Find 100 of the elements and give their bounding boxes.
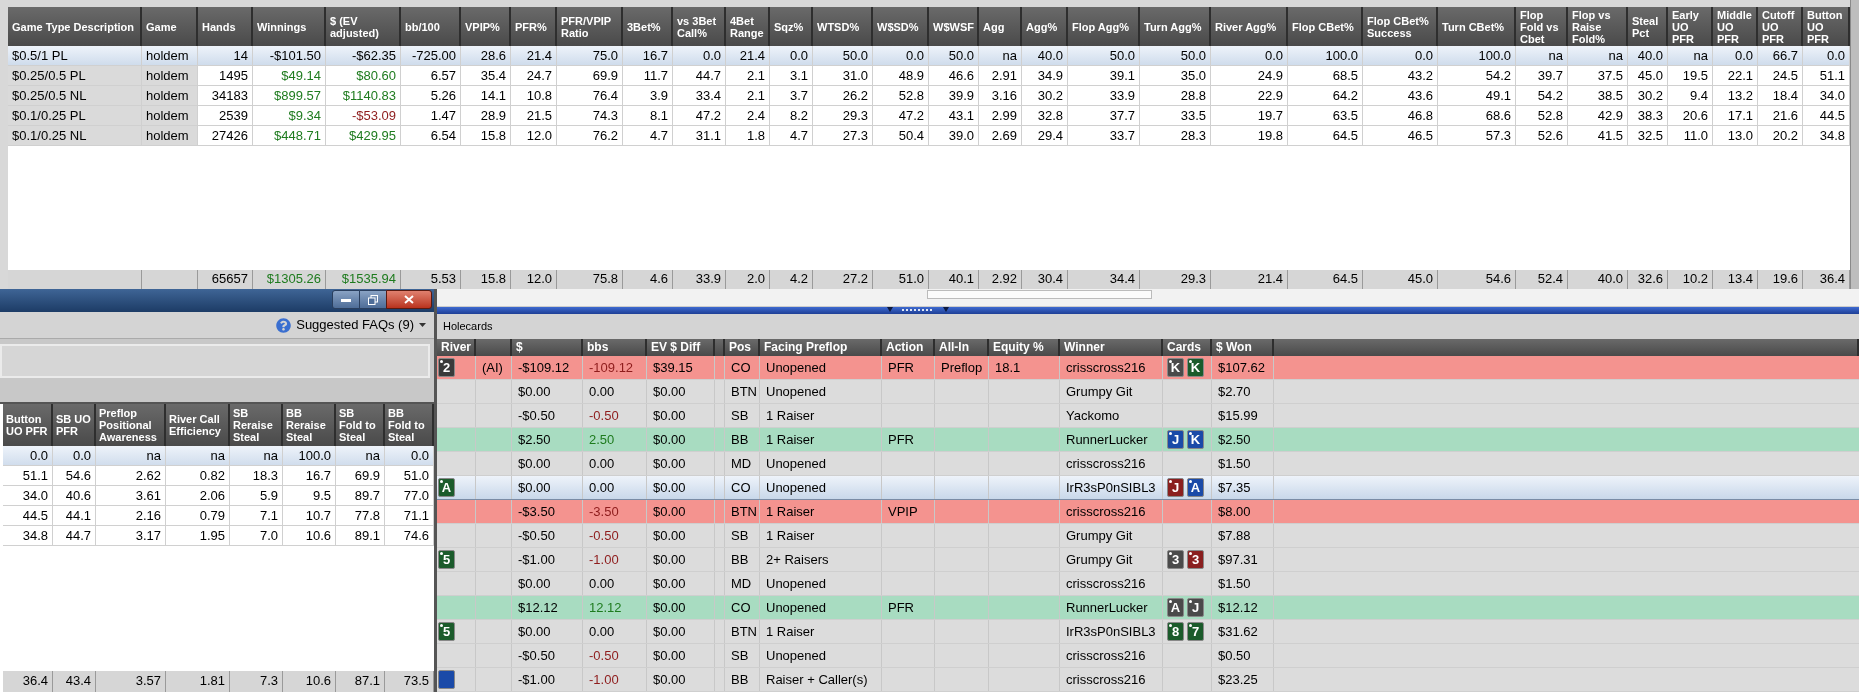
hand-row[interactable]: $0.00 0.00 $0.00 BTN Unopened Grumpy Git $2.70 — [437, 380, 1859, 404]
horizontal-scrollbar[interactable] — [437, 289, 1859, 307]
column-header[interactable]: Flop Agg% — [1068, 7, 1140, 46]
hand-row[interactable]: 5 -$1.00 -1.00 $0.00 BB 2+ Raisers Grumpy Git 3 3 $97.31 — [437, 548, 1859, 572]
column-header[interactable]: Flop CBet% Success — [1363, 7, 1438, 46]
stats-row[interactable]: $0.25/0.5 NL holdem 34183 $899.57 $1140.83 5.26 14.1 10.8 76.4 3.9 33.4 2.1 3.7 26.2 52.8 39.9 3.16 30.2 33.9 28.8 22.9 64.2 43.6 49.1 54.2 38.5 30.2 9.4 13.2 18.4 34.0 — [8, 86, 1850, 106]
table-cell: $0.00 — [653, 552, 686, 567]
hand-row[interactable]: -$0.50 -0.50 $0.00 SB Unopened crisscross216 $0.50 — [437, 644, 1859, 668]
column-header[interactable]: $ (EV adjusted) — [326, 7, 401, 46]
table-cell: $0.00 — [653, 528, 686, 543]
hand-row[interactable]: 5 $0.00 0.00 $0.00 BTN 1 Raiser IrR3sP0nSIBL3 8 7 $31.62 — [437, 620, 1859, 644]
table-cell: 0.00 — [589, 480, 615, 495]
hand-row[interactable]: 2 (AI) -$109.12 -109.12 $39.15 CO Unopened PFR Preflop 18.1 crisscross216 K K $107.62 — [437, 356, 1859, 380]
column-header[interactable]: vs 3Bet Call% — [673, 7, 726, 46]
table-cell: -$0.50 — [518, 408, 555, 423]
column-header[interactable]: 3Bet% — [623, 7, 673, 46]
column-header[interactable]: BB Reraise Steal — [283, 404, 336, 446]
column-header[interactable]: SB UO PFR — [53, 404, 96, 446]
column-header[interactable]: Facing Preflop — [760, 339, 882, 356]
minimize-button[interactable] — [332, 290, 360, 309]
column-header[interactable]: bb/100 — [401, 7, 461, 46]
column-header[interactable]: Preflop Positional Awareness — [96, 404, 166, 446]
help-menu[interactable]: Suggested FAQs (9) — [276, 315, 426, 335]
column-header[interactable]: Agg — [979, 7, 1022, 46]
column-header[interactable]: $ — [512, 339, 583, 356]
column-header[interactable]: Early UO PFR — [1668, 7, 1713, 46]
column-header[interactable]: Game — [142, 7, 198, 46]
column-header[interactable]: Winner — [1060, 339, 1163, 356]
hand-row[interactable]: $12.12 12.12 $0.00 CO Unopened PFR RunnerLucker A J $12.12 — [437, 596, 1859, 620]
table-cell: 1 Raiser — [766, 528, 815, 543]
table-cell: $107.62 — [1218, 360, 1265, 375]
stats-row[interactable]: 34.8 44.7 3.17 1.95 7.0 10.6 89.1 74.6 — [3, 526, 434, 546]
table-cell: 18.1 — [995, 360, 1021, 375]
column-header[interactable]: W$WSF — [929, 7, 979, 46]
column-header[interactable]: BB Fold to Steal — [385, 404, 434, 446]
stats-row[interactable]: 51.1 54.6 2.62 0.82 18.3 16.7 69.9 51.0 — [3, 466, 434, 486]
vertical-scrollbar[interactable] — [1850, 0, 1859, 289]
restore-button[interactable] — [360, 290, 386, 309]
column-header[interactable]: Button UO PFR — [3, 404, 53, 446]
column-header[interactable]: Flop Fold vs Cbet — [1516, 7, 1568, 46]
hand-row[interactable]: $0.00 0.00 $0.00 MD Unopened crisscross216 $1.50 — [437, 572, 1859, 596]
hand-row[interactable]: -$0.50 -0.50 $0.00 SB 1 Raiser Yackomo $15.99 — [437, 404, 1859, 428]
close-button[interactable] — [386, 290, 432, 309]
column-header[interactable]: VPIP% — [461, 7, 511, 46]
column-header[interactable]: Flop vs Raise Fold% — [1568, 7, 1628, 46]
column-header[interactable]: Cutoff UO PFR — [1758, 7, 1803, 46]
column-header[interactable]: River Call Efficiency — [166, 404, 230, 446]
column-header[interactable]: 4Bet Range — [726, 7, 770, 46]
hand-row[interactable]: $2.50 2.50 $0.00 BB 1 Raiser PFR RunnerLucker J K $2.50 — [437, 428, 1859, 452]
column-header[interactable]: River Agg% — [1211, 7, 1288, 46]
column-header[interactable]: EV $ Diff — [647, 339, 715, 356]
column-header[interactable]: River — [437, 339, 476, 356]
column-header[interactable]: Sqz% — [770, 7, 813, 46]
table-cell: Unopened — [766, 384, 826, 399]
column-header[interactable]: All-In — [935, 339, 989, 356]
column-header[interactable]: Pos — [725, 339, 760, 356]
table-cell: 1 Raiser — [766, 504, 815, 519]
stats-row[interactable]: $0.1/0.25 PL holdem 2539 $9.34 -$53.09 1.47 28.9 21.5 74.3 8.1 47.2 2.4 8.2 29.3 47.2 43.1 2.99 32.8 37.7 33.5 19.7 63.5 46.8 68.6 52.8 42.9 38.3 20.6 17.1 21.6 44.5 — [8, 106, 1850, 126]
splitter-bar[interactable] — [437, 307, 1859, 314]
column-header[interactable]: Turn CBet% — [1438, 7, 1516, 46]
hand-row[interactable]: -$0.50 -0.50 $0.00 SB 1 Raiser Grumpy Git $7.88 — [437, 524, 1859, 548]
table-cell: $0.00 — [518, 384, 551, 399]
stats-row[interactable]: $0.25/0.5 PL holdem 1495 $49.14 $80.60 6.57 35.4 24.7 69.9 11.7 44.7 2.1 3.1 31.0 48.9 46.6 2.91 34.9 39.1 35.0 24.9 68.5 43.2 54.2 39.7 37.5 45.0 19.5 22.1 24.5 51.1 — [8, 66, 1850, 86]
total-cell: 87.1 — [336, 671, 385, 692]
table-cell: 0.00 — [589, 456, 615, 471]
empty-column-header[interactable] — [715, 339, 725, 356]
column-header[interactable]: SB Fold to Steal — [336, 404, 385, 446]
column-header[interactable]: Middle UO PFR — [1713, 7, 1758, 46]
table-cell: SB — [731, 408, 749, 423]
table-cell: Grumpy Git — [1066, 552, 1133, 567]
column-header[interactable]: Turn Agg% — [1140, 7, 1211, 46]
column-header[interactable]: Action — [882, 339, 935, 356]
stats-row[interactable]: 44.5 44.1 2.16 0.79 7.1 10.7 77.8 71.1 — [3, 506, 434, 526]
hand-row[interactable]: A $0.00 0.00 $0.00 CO Unopened IrR3sP0nSIBL3 J A $7.35 — [437, 476, 1859, 500]
column-header[interactable]: Winnings — [253, 7, 326, 46]
stats-row[interactable]: 34.0 40.6 3.61 2.06 5.9 9.5 89.7 77.0 — [3, 486, 434, 506]
column-header[interactable]: $ Won — [1212, 339, 1274, 356]
column-header[interactable]: Cards — [1163, 339, 1212, 356]
hand-row[interactable]: $0.00 0.00 $0.00 MD Unopened crisscross216 $1.50 — [437, 452, 1859, 476]
column-header[interactable]: Button UO PFR — [1803, 7, 1850, 46]
stats-row[interactable]: 0.0 0.0 na na na 100.0 na 0.0 — [3, 446, 434, 466]
column-header[interactable]: Agg% — [1022, 7, 1068, 46]
hand-row[interactable]: -$1.00 -1.00 $0.00 BB Raiser + Caller(s) crisscross216 $23.25 — [437, 668, 1859, 692]
total-cell: 73.5 — [385, 671, 434, 692]
stats-row[interactable]: $0.1/0.25 NL holdem 27426 $448.71 $429.95 6.54 15.8 12.0 76.2 4.7 31.1 1.8 4.7 27.3 50.4 39.0 2.69 29.4 33.7 28.3 19.8 64.5 46.5 57.3 52.6 41.5 32.5 11.0 13.0 20.2 34.8 — [8, 126, 1850, 146]
column-header[interactable]: Equity % — [989, 339, 1060, 356]
table-cell: $0.00 — [518, 456, 551, 471]
column-header[interactable]: Flop CBet% — [1288, 7, 1363, 46]
column-header[interactable]: PFR/VPIP Ratio — [557, 7, 623, 46]
column-header[interactable]: Steal Pct — [1628, 7, 1668, 46]
column-header[interactable]: W$SD% — [873, 7, 929, 46]
column-header[interactable]: SB Reraise Steal — [230, 404, 283, 446]
title-bar[interactable] — [0, 289, 434, 312]
column-header[interactable]: Game Type Description — [8, 7, 142, 46]
column-header[interactable]: bbs — [583, 339, 647, 356]
hand-row[interactable]: -$3.50 -3.50 $0.00 BTN 1 Raiser VPIP crisscross216 $8.00 — [437, 500, 1859, 524]
table-cell: $0.1/0.25 PL — [8, 106, 142, 126]
column-header[interactable]: WTSD% — [813, 7, 873, 46]
column-header[interactable]: Hands — [198, 7, 253, 46]
column-header[interactable]: PFR% — [511, 7, 557, 46]
